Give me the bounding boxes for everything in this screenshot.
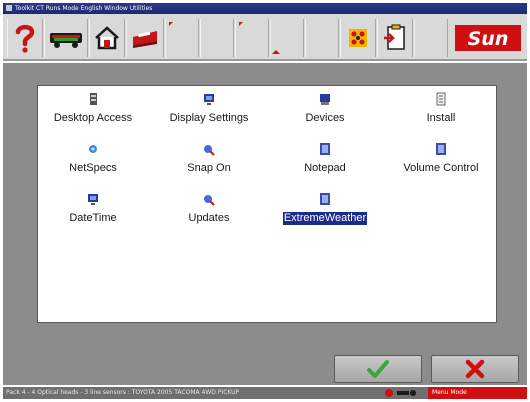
item-label: Display Settings [169, 112, 249, 124]
item-label: Snap On [187, 162, 231, 174]
item-label: DateTime [69, 212, 117, 224]
updates-item[interactable]: Updates [154, 192, 264, 226]
notepad-icon [320, 143, 330, 155]
red-marker-icon [239, 22, 243, 26]
svg-text:Sun: Sun [468, 28, 509, 50]
question-mark-icon [15, 24, 35, 53]
toolbar-slot-1[interactable] [165, 19, 199, 57]
cancel-button[interactable] [431, 355, 519, 383]
vehicle-specs-button[interactable] [44, 19, 88, 57]
launcher-panel: Desktop Access Display Settings Devices … [37, 85, 497, 323]
item-label: Notepad [304, 162, 346, 174]
datetime-item[interactable]: DateTime [38, 192, 148, 226]
checkmark-icon [367, 360, 389, 378]
toolbar-slot-4[interactable] [270, 19, 304, 57]
item-label: Desktop Access [53, 112, 133, 124]
netspecs-item[interactable]: NetSpecs [38, 142, 148, 176]
item-label: NetSpecs [69, 162, 117, 174]
clipboard-icon [384, 24, 405, 50]
install-icon [436, 92, 446, 106]
mode-indicator: Menu Mode [428, 387, 527, 399]
toolbar-slot-6[interactable] [414, 19, 448, 57]
desktop-access-icon [90, 93, 97, 105]
item-label: ExtremeWeather [281, 211, 369, 226]
volume-control-item[interactable]: Volume Control [386, 142, 496, 176]
workspace: Desktop Access Display Settings Devices … [3, 63, 527, 385]
clipboard-button[interactable] [377, 19, 413, 57]
sun-logo: Sun [453, 19, 523, 57]
vehicle-status: Pack 4 - 4 Optical heads - 3 line sensor… [6, 389, 240, 396]
print-button[interactable] [126, 19, 164, 57]
item-label: Volume Control [403, 162, 479, 174]
item-label: Devices [305, 112, 345, 124]
item-label: Install [426, 112, 456, 124]
toolbar-slot-3[interactable] [235, 19, 269, 57]
snap-on-icon [204, 145, 215, 156]
sensor-key-icon [385, 389, 416, 397]
clock-icon [88, 194, 98, 205]
updates-icon [204, 195, 215, 206]
home-icon [95, 26, 119, 50]
notepad-item[interactable]: Notepad [270, 142, 380, 176]
gear-icon [349, 29, 367, 47]
printer-icon [133, 31, 157, 48]
netspecs-icon [89, 145, 97, 153]
item-label: Updates [188, 212, 230, 224]
toolbar-slot-5[interactable] [305, 19, 339, 57]
volume-icon [436, 143, 446, 155]
tools-button[interactable] [340, 19, 376, 57]
desktop-access-item[interactable]: Desktop Access [38, 92, 148, 126]
weather-icon [320, 193, 330, 205]
x-icon [465, 359, 485, 379]
red-arrow-icon [272, 50, 280, 54]
app-icon [6, 5, 12, 11]
title-bar: Toolkit CT Runs Mode English Window Util… [3, 3, 527, 14]
status-icons [383, 388, 423, 398]
home-button[interactable] [89, 19, 125, 57]
toolbar: Sun [3, 14, 527, 61]
ok-button[interactable] [334, 355, 422, 383]
snap-on-item[interactable]: Snap On [154, 142, 264, 176]
sun-logo-icon: Sun [455, 25, 521, 51]
extreme-weather-item[interactable]: ExtremeWeather [270, 192, 380, 226]
monitor-icon [204, 94, 214, 105]
window-title: Toolkit CT Runs Mode English Window Util… [15, 5, 153, 12]
display-settings-item[interactable]: Display Settings [154, 92, 264, 126]
red-marker-icon [169, 22, 173, 26]
status-bar: Pack 4 - 4 Optical heads - 3 line sensor… [3, 387, 527, 399]
devices-icon [320, 94, 330, 105]
car-icon [50, 33, 82, 48]
install-item[interactable]: Install [386, 92, 496, 126]
help-button[interactable] [7, 19, 43, 57]
devices-item[interactable]: Devices [270, 92, 380, 126]
toolbar-slot-2[interactable] [200, 19, 234, 57]
